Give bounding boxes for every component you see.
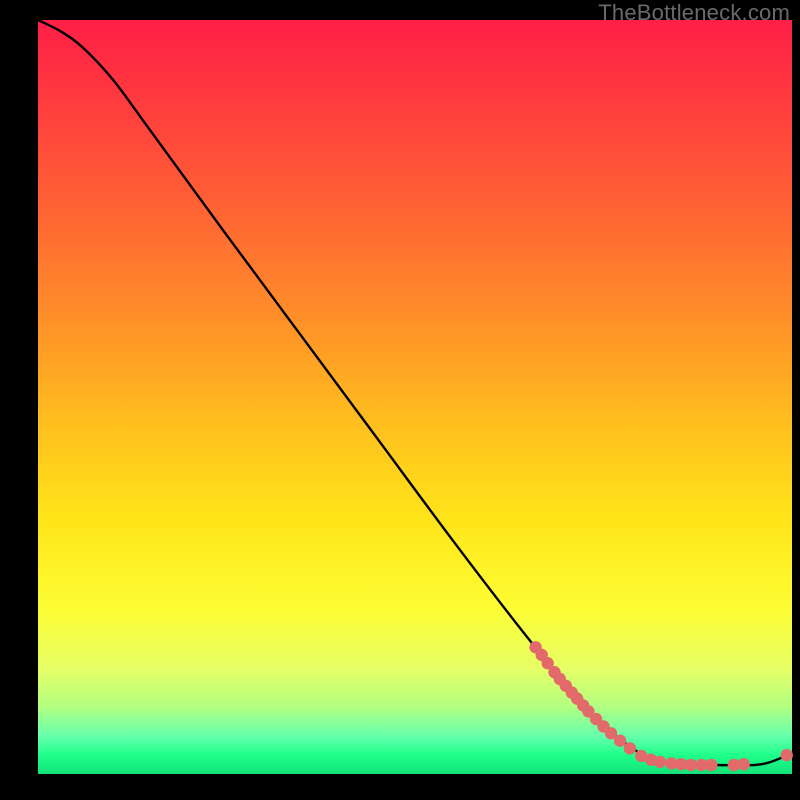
data-point	[614, 735, 626, 747]
scatter-dots	[529, 641, 793, 771]
data-point	[738, 758, 750, 770]
data-point	[654, 756, 666, 768]
data-point	[781, 749, 793, 761]
data-point	[705, 759, 717, 771]
plot-area	[38, 20, 792, 774]
bottleneck-curve	[38, 20, 792, 765]
data-point	[624, 742, 636, 754]
chart-svg	[38, 20, 792, 774]
chart-frame: TheBottleneck.com	[0, 0, 800, 800]
